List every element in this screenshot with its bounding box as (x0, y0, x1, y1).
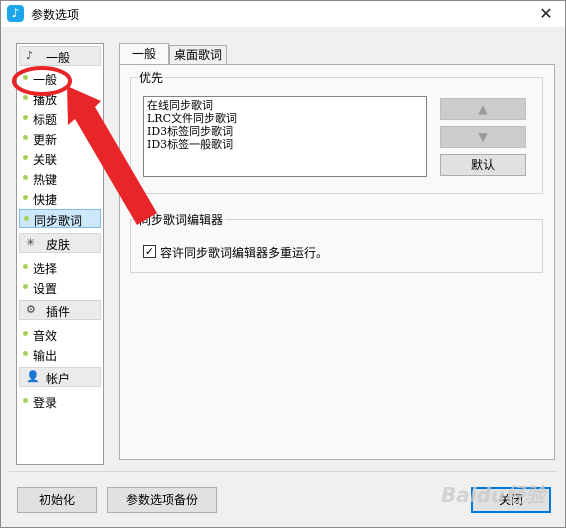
pointer-arrow (67, 86, 157, 225)
highlight-circle (12, 66, 72, 96)
preferences-window: ♪ 参数选项 ✕ ♪ 一般 一般 播放 标题 更新 关联 热键 快捷 同步歌词 … (0, 0, 566, 528)
annotation-overlay (12, 66, 157, 225)
